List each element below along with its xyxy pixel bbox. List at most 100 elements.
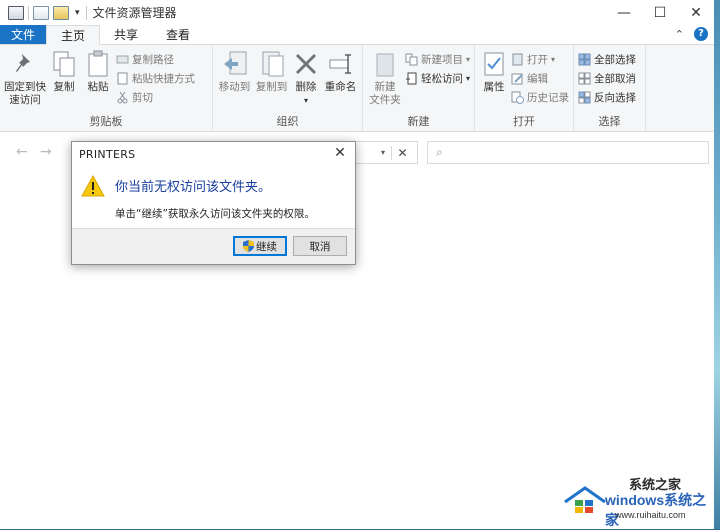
copy-label: 复制 [53, 81, 75, 93]
new-group-label: 新建 [407, 115, 430, 128]
copy-to-icon [257, 49, 287, 79]
properties-check-icon [479, 49, 509, 79]
history-button[interactable]: 历史记录 [511, 90, 569, 105]
new-folder-quick-icon[interactable] [53, 5, 69, 20]
open-icon [511, 53, 524, 66]
pin-label-line2: 速访问 [9, 94, 41, 106]
ribbon-help-area: ⌃ ? [675, 27, 708, 41]
address-bar[interactable]: ▾ ✕ [350, 141, 418, 164]
invert-selection-button[interactable]: 反向选择 [578, 90, 636, 105]
copy-path-label: 复制路径 [132, 54, 174, 66]
continue-button[interactable]: 继续 [233, 236, 287, 256]
open-chevron-icon: ▾ [551, 55, 556, 64]
delete-x-icon [291, 49, 321, 79]
organize-group: 移动到 复制到 删除 ▾ 重命名 组织 [213, 45, 363, 132]
invert-selection-icon [578, 91, 591, 104]
minimize-button[interactable]: — [606, 0, 642, 25]
cancel-button[interactable]: 取消 [293, 236, 347, 256]
dialog-close-button[interactable]: ✕ [331, 145, 349, 161]
back-arrow-icon[interactable]: ← [16, 144, 28, 160]
tab-file[interactable]: 文件 [0, 25, 46, 44]
search-icon: ⌕ [436, 145, 443, 159]
new-item-chevron-icon: ▾ [465, 55, 470, 64]
rename-label: 重命名 [324, 81, 357, 93]
easy-access-label: 轻松访问 [420, 73, 463, 85]
clipboard-group: 固定到快 速访问 复制 粘贴 复制路径 粘贴快捷方式 剪切 剪贴板 [0, 45, 213, 132]
paste-shortcut-button[interactable]: 粘贴快捷方式 [116, 71, 195, 86]
open-group: 属性 打开 ▾ 编辑 历史记录 打开 [475, 45, 574, 132]
open-label: 打开 [527, 54, 548, 66]
new-folder-label-line1: 新建 [374, 81, 396, 93]
warning-icon [81, 175, 105, 197]
easy-access-icon [405, 72, 418, 85]
new-folder-icon [370, 49, 400, 79]
select-all-label: 全部选择 [594, 54, 636, 66]
new-item-label: 新建项目 [420, 54, 463, 66]
scissors-icon [116, 91, 129, 104]
easy-access-button[interactable]: 轻松访问 ▾ [405, 71, 470, 86]
dialog-title: PRINTERS [79, 147, 136, 161]
paste-shortcut-icon [116, 72, 129, 85]
pin-label-line1: 固定到快 [4, 81, 46, 93]
select-none-icon [578, 72, 591, 85]
ribbon-tabs: 文件 主页 共享 查看 ⌃ ? [0, 25, 714, 45]
open-button[interactable]: 打开 ▾ [511, 52, 569, 67]
delete-dropdown-chevron-icon[interactable]: ▾ [304, 94, 308, 107]
dialog-main-instruction: 你当前无权访问该文件夹。 [115, 180, 272, 195]
close-button[interactable]: ✕ [678, 0, 714, 25]
copy-path-button[interactable]: 复制路径 [116, 52, 195, 67]
dialog-footer: 继续 取消 [72, 228, 355, 264]
select-group-label: 选择 [598, 115, 621, 128]
invert-selection-label: 反向选择 [594, 92, 636, 104]
uac-shield-icon [243, 240, 254, 252]
maximize-button[interactable]: ☐ [642, 0, 678, 25]
paste-shortcut-label: 粘贴快捷方式 [132, 73, 195, 85]
address-dropdown-chevron-icon[interactable]: ▾ [381, 148, 385, 157]
history-icon [511, 91, 524, 104]
explorer-app-icon[interactable] [8, 5, 24, 20]
watermark-url: www.ruihaitu.com [615, 510, 686, 520]
help-icon[interactable]: ? [694, 27, 708, 41]
edit-button[interactable]: 编辑 [511, 71, 569, 86]
delete-label: 删除 [295, 81, 317, 93]
explorer-window: ▾ 文件资源管理器 — ☐ ✕ 文件 主页 共享 查看 ⌃ ? 固定到快 速访问… [0, 0, 714, 529]
select-all-icon [578, 53, 591, 66]
new-item-button[interactable]: 新建项目 ▾ [405, 52, 470, 67]
search-input[interactable]: ⌕ [427, 141, 709, 164]
select-none-button[interactable]: 全部取消 [578, 71, 636, 86]
address-clear-x-icon[interactable]: ✕ [391, 145, 413, 160]
open-group-label: 打开 [513, 115, 535, 128]
easy-access-chevron-icon: ▾ [465, 74, 470, 83]
new-folder-label-line2: 文件夹 [369, 94, 401, 106]
separator [28, 5, 29, 20]
dialog-body: 你当前无权访问该文件夹。 单击“继续”获取永久访问该文件夹的权限。 [72, 166, 355, 230]
clipboard-group-label: 剪贴板 [89, 115, 123, 128]
tab-home[interactable]: 主页 [46, 25, 101, 45]
continue-label: 继续 [256, 240, 277, 253]
properties-label: 属性 [483, 81, 505, 93]
tab-share[interactable]: 共享 [100, 25, 152, 44]
properties-quick-icon[interactable] [33, 5, 49, 20]
title-bar: ▾ 文件资源管理器 — ☐ ✕ [0, 0, 714, 25]
forward-arrow-icon[interactable]: → [40, 144, 52, 160]
edit-pencil-icon [511, 72, 524, 85]
expand-ribbon-chevron-icon[interactable]: ⌃ [675, 28, 684, 41]
tab-view[interactable]: 查看 [152, 25, 204, 44]
site-watermark: 系统之家 windows系统之家 www.ruihaitu.com [555, 478, 715, 529]
window-title: 文件资源管理器 [92, 6, 177, 20]
copy-path-icon [116, 53, 129, 66]
copy-icon [49, 49, 79, 79]
customize-toolbar-chevron-icon[interactable]: ▾ [73, 8, 82, 18]
edit-label: 编辑 [527, 73, 548, 85]
select-all-button[interactable]: 全部选择 [578, 52, 636, 67]
organize-group-label: 组织 [276, 115, 299, 128]
pin-icon [10, 49, 40, 79]
move-to-label: 移动到 [218, 81, 251, 93]
new-item-icon [405, 53, 418, 66]
window-controls: — ☐ ✕ [606, 0, 714, 25]
cut-button[interactable]: 剪切 [116, 90, 195, 105]
paste-label: 粘贴 [87, 81, 109, 93]
rename-icon [326, 49, 356, 79]
access-denied-dialog: PRINTERS ✕ 你当前无权访问该文件夹。 单击“继续”获取永久访问该文件夹… [71, 141, 356, 265]
move-to-icon [220, 49, 250, 79]
